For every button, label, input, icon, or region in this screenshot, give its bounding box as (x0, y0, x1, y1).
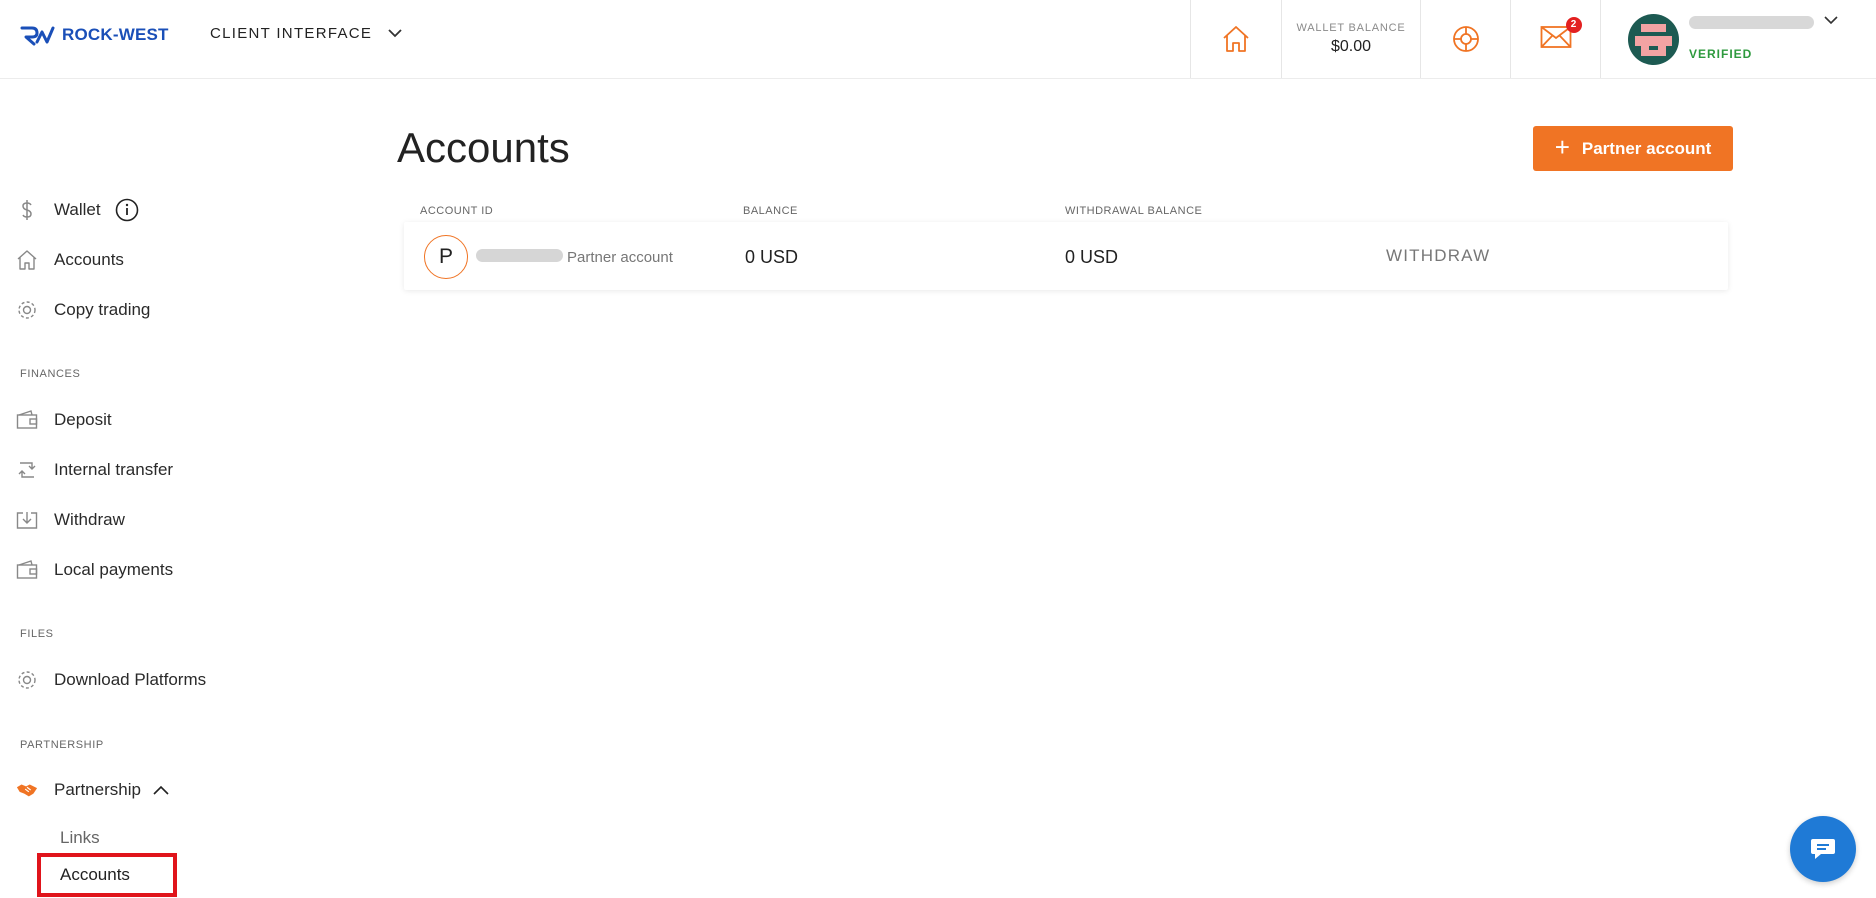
account-withdrawal-balance: 0 USD (1065, 247, 1119, 267)
support-button[interactable] (1420, 0, 1510, 78)
transfer-icon (16, 459, 38, 481)
withdraw-button[interactable]: WITHDRAW (1386, 246, 1490, 266)
lifebuoy-icon (1452, 26, 1479, 52)
withdraw-icon (16, 509, 38, 531)
client-interface-dropdown[interactable]: CLIENT INTERFACE (210, 25, 402, 42)
sidebar-item-local-payments[interactable]: Local payments (16, 559, 173, 581)
chevron-down-icon (388, 29, 402, 38)
section-title-files: FILES (20, 628, 54, 640)
account-id-redacted (476, 249, 563, 262)
sidebar-item-withdraw[interactable]: Withdraw (16, 509, 125, 531)
sidebar-item-accounts[interactable]: Accounts (16, 249, 124, 271)
client-interface-label: CLIENT INTERFACE (210, 25, 373, 42)
logo-text: ROCK-WEST (62, 25, 169, 44)
sidebar-subitem-links[interactable]: Links (60, 828, 100, 848)
verified-status: VERIFIED (1689, 46, 1753, 61)
column-header-account-id: ACCOUNT ID (420, 205, 494, 217)
table-row[interactable]: P Partner account 0 USD 0 USD WITHDRAW (404, 222, 1728, 290)
top-header: ROCK-WEST CLIENT INTERFACE WALLET BALANC… (0, 0, 1876, 79)
home-icon (16, 249, 38, 271)
sidebar-item-label: Internal transfer (54, 460, 174, 479)
avatar-image-icon (1628, 13, 1679, 65)
chevron-up-icon (153, 785, 169, 795)
column-header-balance: BALANCE (743, 205, 798, 217)
sidebar-item-label: Local payments (54, 560, 174, 579)
avatar[interactable] (1628, 13, 1679, 65)
partner-button-label: Partner account (1581, 138, 1712, 158)
profile-menu[interactable]: VERIFIED (1600, 0, 1876, 78)
wallet-icon (16, 559, 38, 581)
page-title: Accounts (397, 124, 570, 171)
section-title-partnership: PARTNERSHIP (20, 739, 104, 751)
chat-icon (1811, 839, 1835, 859)
section-title-finances: FINANCES (20, 368, 81, 380)
gear-icon (16, 669, 38, 691)
sidebar-item-label: Download Platforms (54, 670, 207, 689)
logo-mark-icon (20, 26, 55, 46)
sidebar-item-label: Deposit (54, 410, 112, 429)
sidebar-item-internal-transfer[interactable]: Internal transfer (16, 459, 173, 481)
messages-button[interactable]: 2 (1510, 0, 1600, 78)
account-type: Partner account (567, 249, 673, 266)
chevron-down-icon[interactable] (1824, 16, 1838, 25)
home-button[interactable] (1190, 0, 1281, 78)
sidebar: Wallet Accounts Copy trading FINANCES De… (0, 79, 360, 898)
sidebar-item-label: Partnership (54, 780, 141, 799)
dollar-icon (16, 199, 38, 221)
chat-button[interactable] (1790, 816, 1856, 882)
wallet-icon (16, 409, 38, 431)
profile-name-redacted (1689, 15, 1814, 29)
plus-icon: + (1554, 132, 1570, 162)
wallet-balance-widget[interactable]: WALLET BALANCE $0.00 (1281, 0, 1420, 78)
sidebar-item-deposit[interactable]: Deposit (16, 409, 112, 431)
wallet-balance-value: $0.00 (1330, 38, 1372, 55)
selection-highlight (37, 853, 177, 897)
sidebar-item-download-platforms[interactable]: Download Platforms (16, 669, 206, 691)
sidebar-item-label: Withdraw (54, 510, 125, 529)
logo[interactable]: ROCK-WEST (20, 24, 169, 46)
info-icon[interactable] (115, 198, 139, 222)
sidebar-item-partnership[interactable]: Partnership (16, 779, 169, 801)
sidebar-item-wallet[interactable]: Wallet (16, 198, 139, 222)
sidebar-item-label: Wallet (54, 200, 101, 219)
account-initial-avatar: P (424, 235, 468, 279)
sidebar-item-label: Copy trading (54, 300, 151, 319)
wallet-balance-label: WALLET BALANCE (1296, 22, 1406, 34)
home-icon (1223, 26, 1249, 52)
sidebar-item-copy-trading[interactable]: Copy trading (16, 299, 150, 321)
add-partner-account-button[interactable]: + Partner account (1533, 126, 1733, 171)
column-header-withdrawal-balance: WITHDRAWAL BALANCE (1065, 205, 1203, 217)
account-balance: 0 USD (745, 247, 799, 267)
sidebar-item-label: Accounts (54, 250, 124, 269)
handshake-icon (16, 779, 38, 801)
notification-badge: 2 (1565, 16, 1582, 33)
gear-icon (16, 299, 38, 321)
